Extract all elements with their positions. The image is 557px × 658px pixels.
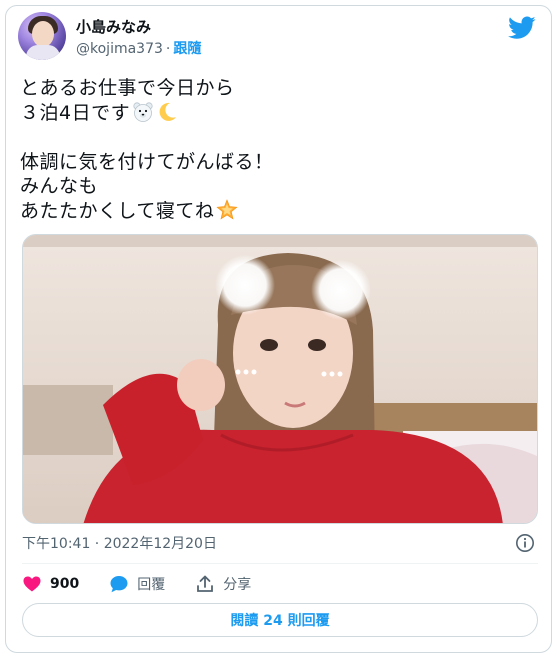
user-handle[interactable]: @kojima373 (76, 41, 163, 57)
tweet-timestamp[interactable]: 下午10:41 · 2022年12月20日 (22, 535, 217, 553)
twitter-bird-icon[interactable] (508, 16, 536, 40)
display-name[interactable]: 小島みなみ (76, 18, 151, 36)
reply-bubble-icon (110, 576, 128, 593)
tweet-text: とあるお仕事で今日から ３泊4日です 体調に気を付けてがんばる！ みんなも あた… (20, 76, 520, 223)
avatar[interactable] (18, 12, 66, 60)
divider (22, 563, 538, 564)
tweet-line: あたたかくして寝てね (20, 199, 215, 222)
like-button[interactable]: 900 (22, 574, 79, 594)
reply-button[interactable]: 回覆 (109, 574, 165, 594)
selfie-photo[interactable] (22, 234, 538, 524)
tweet-line: とあるお仕事で今日から (20, 77, 235, 99)
separator-dot: · (165, 41, 171, 57)
glowing-star-icon (216, 198, 238, 219)
polar-bear-emoji-icon (133, 101, 153, 122)
heart-icon (23, 576, 41, 592)
avatar-face (32, 21, 54, 47)
avatar-body (26, 45, 60, 60)
tweet-line: ３泊4日です (20, 101, 131, 124)
read-replies-button[interactable]: 閱讀 24 則回覆 (22, 603, 538, 637)
like-count: 900 (50, 576, 80, 592)
info-icon[interactable] (515, 533, 535, 553)
share-button[interactable]: 分享 (195, 574, 251, 594)
crescent-moon-icon (159, 102, 177, 121)
photo-illustration (23, 235, 537, 523)
action-bar: 900 回覆 分享 (22, 572, 281, 596)
share-upload-icon (197, 575, 214, 592)
tweet-line: 体調に気を付けてがんばる！ (20, 150, 274, 173)
handle-row: @kojima373 · 跟隨 (76, 40, 201, 58)
follow-link[interactable]: 跟隨 (173, 41, 201, 57)
share-label: 分享 (223, 577, 252, 593)
reply-label: 回覆 (137, 577, 166, 593)
tweet-line: みんなも (20, 175, 99, 197)
